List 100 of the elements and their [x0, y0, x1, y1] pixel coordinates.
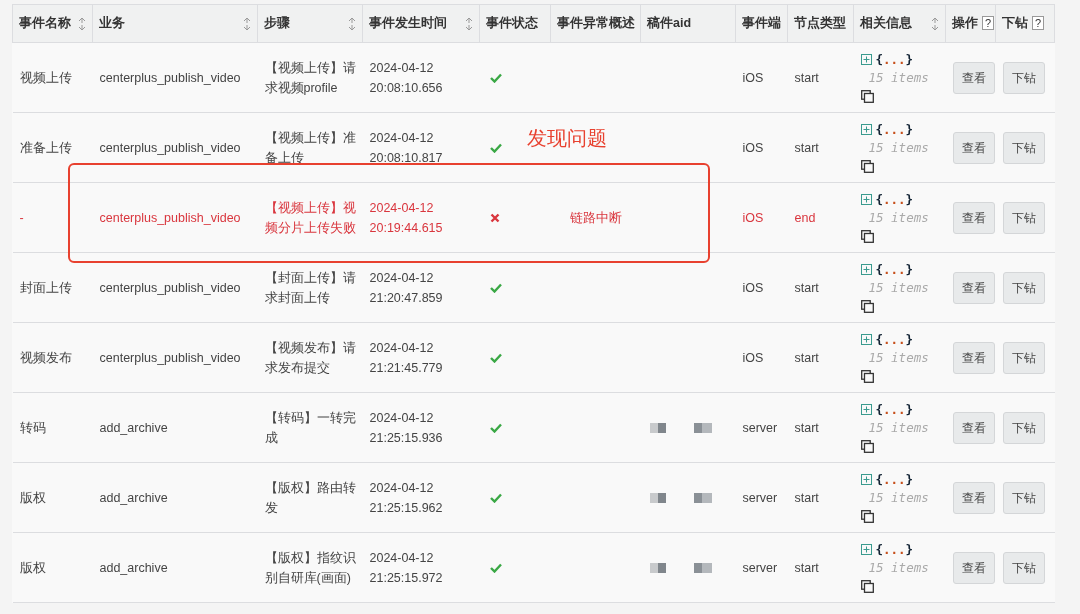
client-type: server — [742, 490, 778, 505]
event-name: 封面上传 — [19, 280, 72, 295]
expand-icon[interactable] — [860, 544, 872, 555]
sort-icon[interactable] — [243, 16, 251, 31]
drill-down-button[interactable]: 下钻 — [1002, 61, 1045, 94]
node-type: start — [794, 140, 819, 155]
expand-icon[interactable] — [860, 194, 872, 205]
column-header: 事件端 — [742, 15, 781, 33]
step-text: 【视频发布】请求发布提交 — [264, 340, 356, 375]
node-type: start — [794, 560, 819, 575]
client-type: iOS — [742, 70, 764, 85]
column-header: 事件状态 — [486, 15, 538, 33]
view-button[interactable]: 查看 — [952, 271, 995, 304]
column-header: 步骤 — [264, 15, 290, 33]
expand-icon[interactable] — [860, 474, 872, 485]
business-name: centerplus_publish_video — [99, 70, 241, 85]
help-icon[interactable]: ? — [982, 16, 995, 31]
event-name: 视频上传 — [19, 70, 72, 85]
sort-icon[interactable] — [931, 16, 939, 31]
node-type: start — [794, 70, 819, 85]
column-header: 事件异常概述 — [557, 15, 635, 33]
node-type: start — [794, 350, 819, 365]
client-type: iOS — [742, 210, 764, 225]
copy-icon[interactable] — [860, 579, 874, 593]
business-name: add_archive — [99, 420, 168, 435]
copy-icon[interactable] — [860, 89, 874, 103]
item-count: 15 items — [867, 349, 929, 365]
event-name: 版权 — [19, 560, 46, 575]
sort-icon[interactable] — [465, 16, 473, 31]
business-name: add_archive — [99, 490, 168, 505]
event-time: 2024-04-12 21:25:15.936 — [369, 410, 443, 445]
help-icon[interactable]: ? — [1032, 16, 1045, 31]
sort-icon[interactable] — [348, 16, 356, 31]
node-type: start — [794, 490, 819, 505]
client-type: iOS — [742, 140, 764, 155]
business-name: centerplus_publish_video — [99, 140, 241, 155]
client-type: server — [742, 560, 778, 575]
json-preview: {...} — [875, 260, 914, 279]
json-preview: {...} — [875, 400, 914, 419]
expand-icon[interactable] — [860, 264, 872, 275]
event-name: - — [19, 210, 24, 225]
drill-down-button[interactable]: 下钻 — [1002, 481, 1045, 514]
event-name: 准备上传 — [19, 140, 72, 155]
expand-icon[interactable] — [860, 404, 872, 415]
json-preview: {...} — [875, 330, 914, 349]
column-header: 节点类型 — [794, 15, 846, 33]
event-time: 2024-04-12 21:21:45.779 — [369, 340, 443, 375]
expand-icon[interactable] — [860, 54, 872, 65]
view-button[interactable]: 查看 — [952, 131, 995, 164]
view-button[interactable]: 查看 — [952, 481, 995, 514]
item-count: 15 items — [867, 419, 929, 435]
column-header: 操作 ? — [952, 14, 995, 33]
drill-down-button[interactable]: 下钻 — [1002, 131, 1045, 164]
expand-icon[interactable] — [860, 334, 872, 345]
step-text: 【转码】一转完成 — [264, 410, 356, 445]
drill-down-button[interactable]: 下钻 — [1002, 201, 1045, 234]
copy-icon[interactable] — [860, 509, 874, 523]
event-name: 视频发布 — [19, 350, 72, 365]
copy-icon[interactable] — [860, 299, 874, 313]
node-type: start — [794, 280, 819, 295]
expand-icon[interactable] — [860, 124, 872, 135]
event-time: 2024-04-12 20:08:10.817 — [369, 130, 443, 165]
drill-down-button[interactable]: 下钻 — [1002, 551, 1045, 584]
column-header: 事件名称 — [19, 15, 71, 33]
json-preview: {...} — [875, 190, 914, 209]
business-name: centerplus_publish_video — [99, 280, 241, 295]
step-text: 【视频上传】请求视频profile — [264, 60, 356, 95]
item-count: 15 items — [867, 209, 929, 225]
drill-down-button[interactable]: 下钻 — [1002, 341, 1045, 374]
view-button[interactable]: 查看 — [952, 411, 995, 444]
json-preview: {...} — [875, 50, 914, 69]
json-preview: {...} — [875, 120, 914, 139]
drill-down-button[interactable]: 下钻 — [1002, 411, 1045, 444]
column-header: 相关信息 — [860, 15, 912, 33]
item-count: 15 items — [867, 279, 929, 295]
event-time: 2024-04-12 20:19:44.615 — [369, 200, 443, 235]
copy-icon[interactable] — [860, 159, 874, 173]
item-count: 15 items — [867, 489, 929, 505]
view-button[interactable]: 查看 — [952, 61, 995, 94]
item-count: 15 items — [867, 139, 929, 155]
event-name: 版权 — [19, 490, 46, 505]
anomaly-summary: 链路中断 — [569, 210, 622, 225]
column-header: 业务 — [99, 15, 125, 33]
event-time: 2024-04-12 21:20:47.859 — [369, 270, 443, 305]
copy-icon[interactable] — [860, 439, 874, 453]
view-button[interactable]: 查看 — [952, 201, 995, 234]
view-button[interactable]: 查看 — [952, 551, 995, 584]
copy-icon[interactable] — [860, 369, 874, 383]
copy-icon[interactable] — [860, 229, 874, 243]
view-button[interactable]: 查看 — [952, 341, 995, 374]
drill-down-button[interactable]: 下钻 — [1002, 271, 1045, 304]
item-count: 15 items — [867, 69, 929, 85]
step-text: 【版权】路由转发 — [264, 480, 356, 515]
column-header: 事件发生时间 — [369, 15, 447, 33]
annotation-text: 发现问题 — [527, 125, 607, 151]
client-type: server — [742, 420, 778, 435]
event-time: 2024-04-12 21:25:15.962 — [369, 480, 443, 515]
sort-icon[interactable] — [78, 16, 86, 31]
node-type: end — [794, 210, 816, 225]
business-name: add_archive — [99, 560, 168, 575]
